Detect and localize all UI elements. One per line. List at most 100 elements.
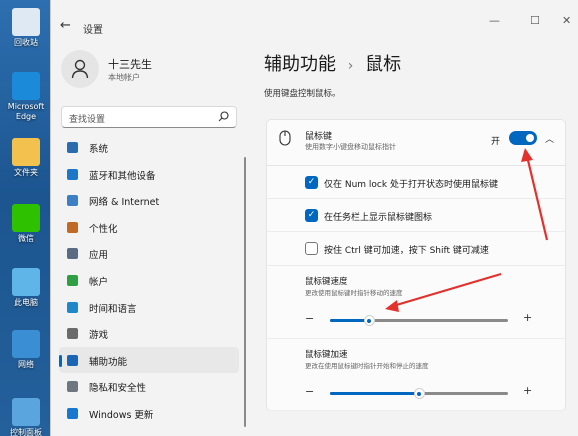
desktop-icon-glyph <box>12 268 40 296</box>
sidebar-item[interactable]: 帐户 <box>59 267 239 294</box>
speed-slider-thumb[interactable] <box>363 315 375 326</box>
acceleration-slider-fill <box>330 392 419 395</box>
sidebar-item-label: 隐私和安全性 <box>89 383 147 395</box>
sidebar-item[interactable]: 蓝牙和其他设备 <box>59 161 239 188</box>
gaming-icon <box>67 328 78 340</box>
user-account-type: 本地帐户 <box>108 73 140 82</box>
speed-setting: 鼠标键速度 更改使用鼠标键时指针移动的速度 − + <box>266 266 566 339</box>
windows-update-icon <box>67 407 78 419</box>
title-bar: ← 设置 — ☐ ✕ <box>51 0 578 36</box>
option-label: 仅在 Num lock 处于打开状态时使用鼠标键 <box>324 180 498 190</box>
desktop-icon[interactable]: 控制面板 <box>2 398 50 436</box>
apps-icon <box>67 248 78 260</box>
desktop-icon[interactable]: 文件夹 <box>2 138 50 178</box>
personalization-icon <box>67 221 78 233</box>
mouse-keys-toggle[interactable] <box>509 131 537 145</box>
option-row: 按住 Ctrl 键可加速，按下 Shift 键可减速 <box>266 232 566 266</box>
maximize-button[interactable]: ☐ <box>530 14 540 27</box>
acceleration-description: 更改在使用鼠标键时指针开始和停止的速度 <box>305 362 429 370</box>
minus-icon: − <box>305 385 315 398</box>
bluetooth-icon <box>67 168 78 180</box>
search-icon <box>218 111 229 122</box>
desktop-icon[interactable]: 微信 <box>2 204 50 244</box>
sidebar-item[interactable]: 应用 <box>59 240 239 267</box>
sidebar-item[interactable]: 网络 & Internet <box>59 187 239 214</box>
desktop-icon[interactable]: Microsoft Edge <box>2 72 50 122</box>
accounts-icon <box>67 274 78 286</box>
taskbar-icon-checkbox[interactable]: ✓ <box>305 209 318 222</box>
ctrl-shift-checkbox[interactable] <box>305 242 318 255</box>
desktop-icon-glyph <box>12 204 40 232</box>
acceleration-setting: 鼠标键加速 更改在使用鼠标键时指针开始和停止的速度 − + <box>266 339 566 411</box>
desktop-icon-label: 文件夹 <box>14 168 38 177</box>
sidebar-item-label: 帐户 <box>89 276 109 288</box>
desktop-icon-glyph <box>12 330 40 358</box>
sidebar-item-label: 应用 <box>89 250 109 262</box>
avatar[interactable] <box>61 50 99 88</box>
sidebar-item-label: 系统 <box>89 144 109 155</box>
system-icon <box>67 142 78 153</box>
desktop: 回收站 Microsoft Edge 文件夹微信此电脑网络控制面板 <box>0 0 52 436</box>
acceleration-slider[interactable] <box>330 388 508 399</box>
desktop-icon-glyph <box>12 398 40 426</box>
settings-window: ← 设置 — ☐ ✕ 十三先生 本地帐户 查找设置 系统 蓝牙和其他设备 网络 & … <box>50 0 578 436</box>
sidebar-item[interactable]: 系统 <box>59 134 239 161</box>
desktop-icon-label: 回收站 <box>14 38 38 47</box>
window-title: 设置 <box>83 25 103 36</box>
network-icon <box>67 195 78 207</box>
breadcrumb-current: 鼠标 <box>365 54 402 75</box>
plus-icon: + <box>523 384 533 397</box>
page-description: 使用键盘控制鼠标。 <box>264 89 341 99</box>
option-row: ✓ 仅在 Num lock 处于打开状态时使用鼠标键 <box>266 166 566 199</box>
sidebar-item-label: 时间和语言 <box>89 303 137 315</box>
acceleration-slider-thumb[interactable] <box>413 388 425 399</box>
time-language-icon <box>67 301 78 313</box>
sidebar-item-label: 辅助功能 <box>89 356 128 368</box>
speed-slider[interactable] <box>330 315 508 326</box>
option-label: 在任务栏上显示鼠标键图标 <box>324 213 433 223</box>
breadcrumb-parent[interactable]: 辅助功能 <box>264 54 336 75</box>
sidebar-item-label: 网络 & Internet <box>89 197 160 209</box>
back-arrow-icon[interactable]: ← <box>60 18 71 33</box>
desktop-icon-label: 控制面板 <box>10 428 42 436</box>
chevron-right-icon: › <box>347 58 354 74</box>
page-title: 辅助功能 › 鼠标 <box>264 50 401 76</box>
sidebar-item[interactable]: 游戏 <box>59 320 239 347</box>
user-icon <box>71 59 89 79</box>
numlock-checkbox[interactable]: ✓ <box>305 176 318 189</box>
speed-description: 更改使用鼠标键时指针移动的速度 <box>305 289 403 297</box>
sidebar-item[interactable]: 隐私和安全性 <box>59 373 239 400</box>
speed-title: 鼠标键速度 <box>305 277 348 287</box>
sidebar-item[interactable]: Windows 更新 <box>59 400 239 427</box>
desktop-icon[interactable]: 网络 <box>2 330 50 370</box>
desktop-icon-label: 网络 <box>18 360 34 369</box>
option-row: ✓ 在任务栏上显示鼠标键图标 <box>266 199 566 232</box>
sidebar-item-label: 个性化 <box>89 223 118 235</box>
acceleration-title: 鼠标键加速 <box>305 350 348 360</box>
sidebar-item[interactable]: 时间和语言 <box>59 294 239 321</box>
sidebar-scrollbar[interactable] <box>244 157 246 427</box>
desktop-icon-glyph <box>12 138 40 166</box>
chevron-up-icon[interactable]: ︿ <box>545 132 554 145</box>
close-button[interactable]: ✕ <box>562 14 571 27</box>
desktop-icon-label: Microsoft Edge <box>7 102 45 121</box>
mouse-keys-title: 鼠标键 <box>305 132 333 142</box>
desktop-icon[interactable]: 回收站 <box>2 8 50 48</box>
sidebar-item[interactable]: 辅助功能 <box>59 346 239 374</box>
accessibility-icon <box>67 354 78 366</box>
desktop-icon[interactable]: 此电脑 <box>2 268 50 308</box>
desktop-icon-label: 此电脑 <box>14 298 38 307</box>
desktop-icon-label: 微信 <box>18 234 34 243</box>
sidebar-item-label: 游戏 <box>89 330 109 342</box>
minimize-button[interactable]: — <box>489 14 500 27</box>
mouse-keys-state: 开 <box>491 137 501 147</box>
plus-icon: + <box>523 311 533 324</box>
search-input[interactable]: 查找设置 <box>61 106 237 128</box>
mouse-keys-card[interactable]: 鼠标键 使用数字小键盘移动鼠标指针 开 ︿ <box>266 119 566 166</box>
desktop-icon-glyph <box>12 72 40 100</box>
sidebar-nav: 系统蓝牙和其他设备网络 & Internet 个性化应用帐户时间和语言游戏辅助功能… <box>59 134 239 427</box>
sidebar-item[interactable]: 个性化 <box>59 214 239 241</box>
mouse-keys-description: 使用数字小键盘移动鼠标指针 <box>305 143 396 151</box>
privacy-icon <box>67 381 78 393</box>
desktop-icon-glyph <box>12 8 40 36</box>
